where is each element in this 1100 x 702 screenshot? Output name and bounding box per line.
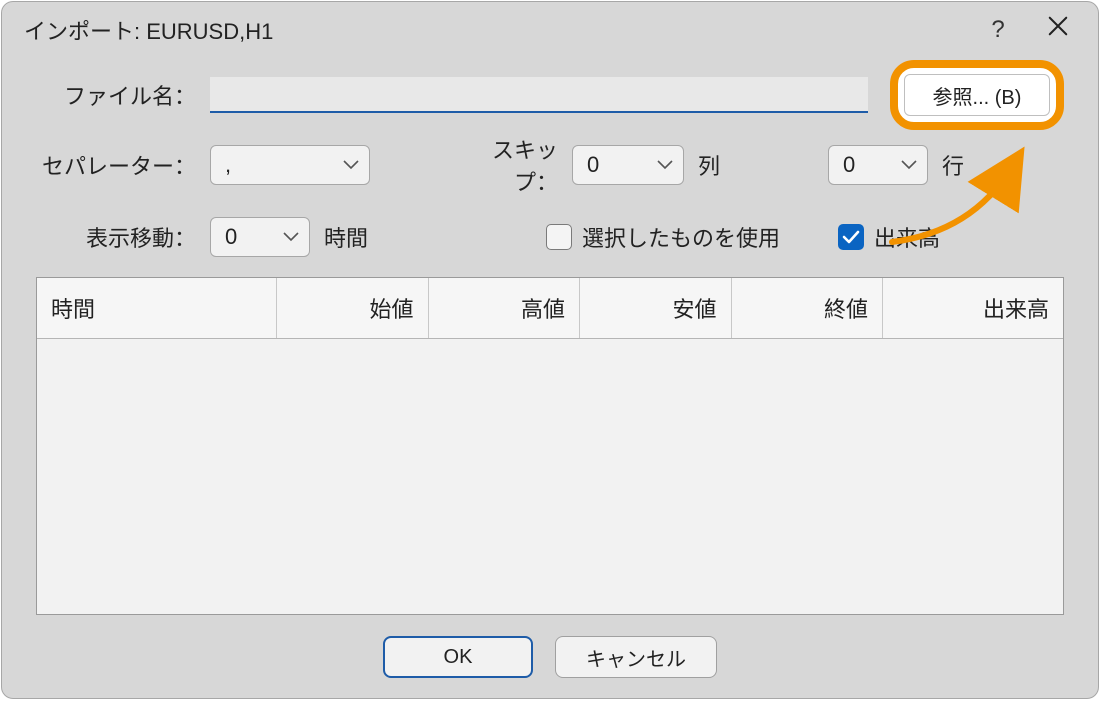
dialog-title: インポート: EURUSD,H1 bbox=[24, 14, 968, 46]
browse-button-label: 参照... (B) bbox=[933, 81, 1022, 110]
label-skip: スキップ： bbox=[458, 133, 558, 197]
separator-select[interactable]: , bbox=[210, 145, 370, 185]
unit-col: 列 bbox=[698, 149, 720, 181]
separator-value: , bbox=[225, 152, 231, 178]
ok-button[interactable]: OK bbox=[383, 636, 533, 678]
dialog-content: ファイル名： 参照... (B) セパレーター： , スキップ： 0 bbox=[2, 57, 1098, 615]
import-dialog: インポート: EURUSD,H1 ? ファイル名： 参照... (B) セパレー… bbox=[1, 1, 1099, 699]
th-vol[interactable]: 出来高 bbox=[883, 278, 1063, 338]
cancel-button-label: キャンセル bbox=[586, 649, 686, 671]
chevron-down-icon bbox=[901, 160, 917, 170]
browse-highlight: 参照... (B) bbox=[890, 60, 1064, 130]
label-shift: 表示移動： bbox=[36, 221, 196, 253]
chevron-down-icon bbox=[283, 232, 299, 242]
shift-select[interactable]: 0 bbox=[210, 217, 310, 257]
data-table: 時間 始値 高値 安値 終値 出来高 bbox=[36, 277, 1064, 615]
shift-value: 0 bbox=[225, 224, 237, 250]
dialog-footer: OK キャンセル bbox=[2, 636, 1098, 678]
th-high[interactable]: 高値 bbox=[429, 278, 581, 338]
checkbox-box-icon bbox=[546, 224, 572, 250]
unit-row: 行 bbox=[942, 149, 964, 181]
filename-input[interactable] bbox=[210, 77, 868, 113]
th-low[interactable]: 安値 bbox=[580, 278, 732, 338]
skip-rows-select[interactable]: 0 bbox=[828, 145, 928, 185]
volume-label: 出来高 bbox=[874, 221, 940, 253]
help-icon: ? bbox=[991, 16, 1004, 44]
checkbox-checked-icon bbox=[838, 224, 864, 250]
th-time[interactable]: 時間 bbox=[37, 278, 277, 338]
cancel-button[interactable]: キャンセル bbox=[555, 636, 717, 678]
ok-button-label: OK bbox=[444, 646, 473, 668]
close-icon bbox=[1047, 15, 1069, 44]
row-shift: 表示移動： 0 時間 選択したものを使用 出来高 bbox=[36, 217, 1064, 257]
skip-cols-value: 0 bbox=[587, 152, 599, 178]
row-separator: セパレーター： , スキップ： 0 列 0 bbox=[36, 133, 1064, 197]
skip-rows-value: 0 bbox=[843, 152, 855, 178]
label-separator: セパレーター： bbox=[36, 149, 196, 181]
use-selected-label: 選択したものを使用 bbox=[582, 221, 780, 253]
label-filename: ファイル名： bbox=[36, 79, 196, 111]
row-filename: ファイル名： 参照... (B) bbox=[36, 77, 1064, 113]
chevron-down-icon bbox=[657, 160, 673, 170]
use-selected-checkbox[interactable]: 選択したものを使用 bbox=[546, 221, 780, 253]
unit-hour: 時間 bbox=[324, 221, 368, 253]
close-button[interactable] bbox=[1028, 7, 1088, 52]
th-open[interactable]: 始値 bbox=[277, 278, 429, 338]
browse-button[interactable]: 参照... (B) bbox=[904, 74, 1050, 116]
help-button[interactable]: ? bbox=[968, 7, 1028, 52]
volume-checkbox[interactable]: 出来高 bbox=[838, 221, 940, 253]
th-close[interactable]: 終値 bbox=[732, 278, 884, 338]
titlebar: インポート: EURUSD,H1 ? bbox=[2, 2, 1098, 57]
table-header: 時間 始値 高値 安値 終値 出来高 bbox=[37, 278, 1063, 339]
skip-cols-select[interactable]: 0 bbox=[572, 145, 684, 185]
chevron-down-icon bbox=[343, 160, 359, 170]
